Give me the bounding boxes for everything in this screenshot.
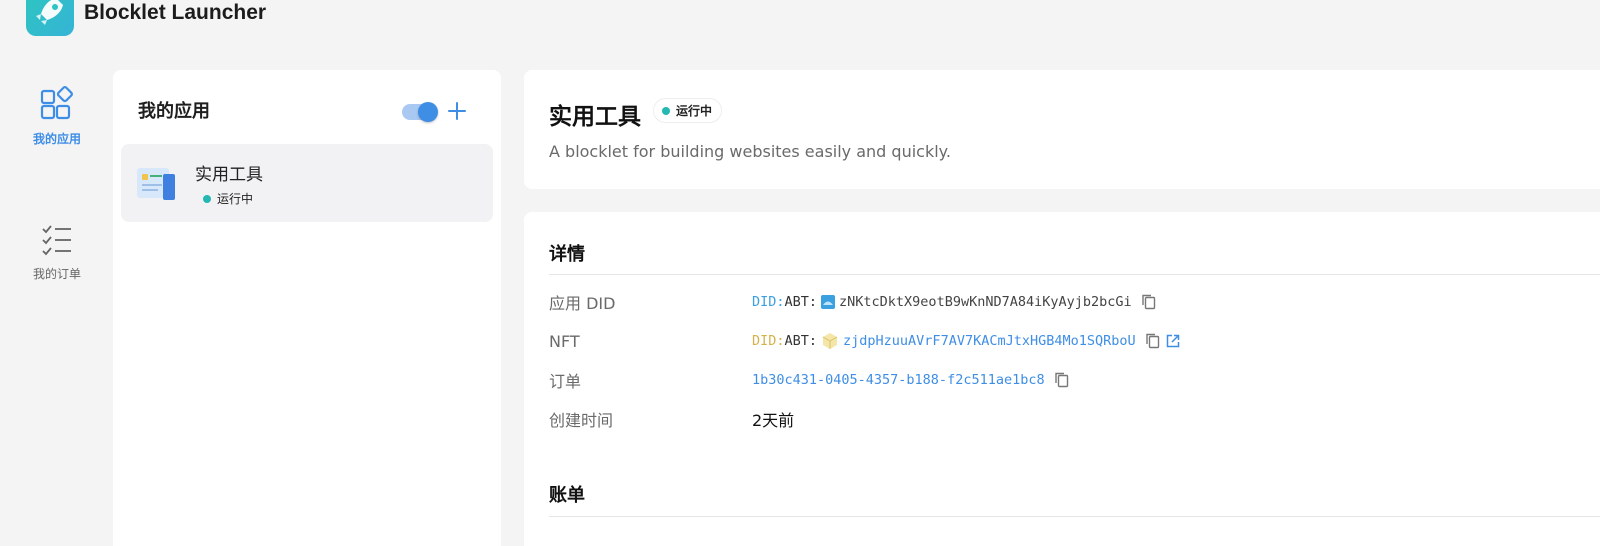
view-toggle[interactable] [402,102,438,122]
add-app-button[interactable] [446,100,468,122]
did-abt: ABT: [784,294,818,310]
app-name: 实用工具 [195,165,263,185]
order-id-link[interactable]: 1b30c431-0405-4357-b188-f2c511ae1bc8 [752,372,1045,388]
divider [549,274,1600,275]
order-value: 1b30c431-0405-4357-b188-f2c511ae1bc8 [752,372,1069,388]
rocket-logo-icon[interactable] [26,0,74,36]
status-badge: 运行中 [195,187,262,210]
detail-row-nft: NFT DID: ABT: zjdpHzuuAVrF7AV7KACmJtxHGB… [549,329,1180,353]
app-did-value: DID: ABT: zNKtcDktX9eotB9wKnND7A84iKyAyj… [752,294,1156,310]
copy-icon[interactable] [1054,372,1069,388]
created-label: 创建时间 [549,411,614,430]
app-title: Blocklet Launcher [84,1,267,24]
copy-icon[interactable] [1141,294,1156,310]
details-section-title: 详情 [549,244,585,265]
blocklet-app-icon [137,168,175,200]
status-text: 运行中 [217,192,254,206]
divider [549,516,1600,517]
did-address: zNKtcDktX9eotB9wKnND7A84iKyAyjb2bcGi [839,294,1132,310]
did-abt: ABT: [784,333,818,349]
details-card: 详情 应用 DID DID: ABT: zNKtcDktX9eotB9wKnND… [524,212,1600,546]
created-time: 2天前 [752,411,795,430]
page-title: 实用工具 [549,104,641,130]
billing-section-title: 账单 [549,485,585,506]
nft-cube-icon [822,333,838,349]
detail-row-order: 订单 1b30c431-0405-4357-b188-f2c511ae1bc8 [549,368,1069,392]
app-description: A blocklet for building websites easily … [549,142,951,161]
detail-row-app-did: 应用 DID DID: ABT: zNKtcDktX9eotB9wKnND7A8… [549,290,1156,314]
nav-label-my-orders: 我的订单 [32,267,81,281]
did-prefix: DID: [752,333,785,349]
did-prefix: DID: [752,294,785,310]
nft-label: NFT [549,331,580,351]
app-did-label: 应用 DID [549,294,616,313]
app-header: Blocklet Launcher [26,0,266,36]
status-dot [203,194,211,203]
detail-row-created: 创建时间 2天前 [549,407,794,431]
app-list-item[interactable]: 实用工具 运行中 [121,144,493,222]
app-info-card: 实用工具 运行中 A blocklet for building website… [524,70,1600,189]
nft-address-link[interactable]: zjdpHzuuAVrF7AV7KACmJtxHGB4Mo1SQRboU [843,333,1136,349]
nft-value: DID: ABT: zjdpHzuuAVrF7AV7KACmJtxHGB4Mo1… [752,332,1180,350]
apps-icon [40,86,73,120]
my-apps-panel: 我的应用 实用工具 运行中 [113,70,501,546]
order-label: 订单 [549,372,582,391]
toggle-knob [418,102,438,122]
copy-icon[interactable] [1145,333,1160,349]
external-link-icon[interactable] [1166,334,1180,348]
did-avatar-icon [821,295,836,309]
nav-label-my-apps: 我的应用 [32,132,81,146]
created-value: 2天前 [752,407,794,431]
nav-item-my-apps[interactable]: 我的应用 [18,85,96,147]
nav-item-my-orders[interactable]: 我的订单 [18,224,96,282]
status-dot [662,106,670,115]
status-badge: 运行中 [653,98,723,123]
apps-panel-title: 我的应用 [138,101,210,122]
status-text: 运行中 [676,104,713,118]
checklist-icon [42,225,71,256]
